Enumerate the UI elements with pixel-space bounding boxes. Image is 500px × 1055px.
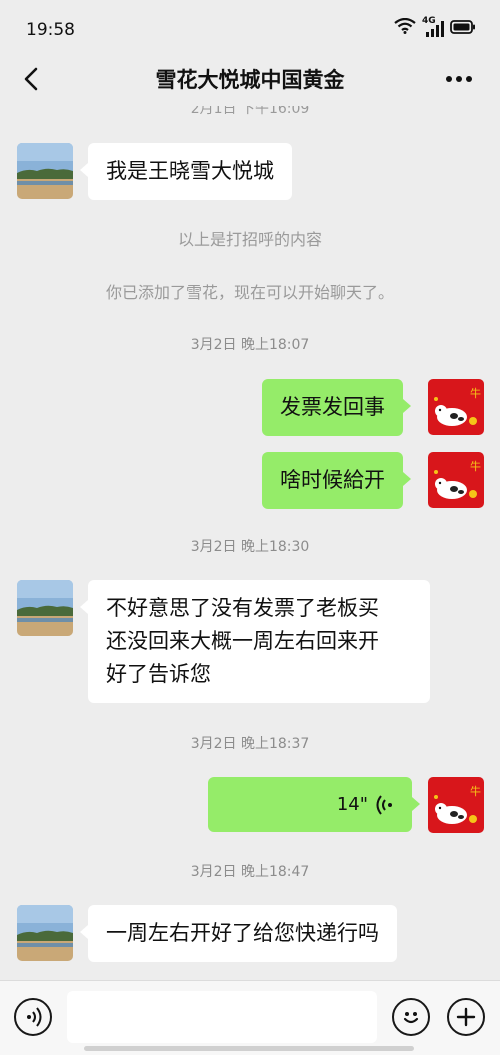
timestamp: 2月1日 下午16:09 xyxy=(190,106,310,117)
emoji-button[interactable] xyxy=(392,998,430,1036)
timestamp: 3月2日 晚上18:30 xyxy=(190,539,310,555)
plus-icon xyxy=(456,1007,476,1027)
contact-avatar[interactable] xyxy=(17,905,73,961)
message-text: 一周左右开好了给您快递行吗 xyxy=(106,921,379,945)
svg-text:牛: 牛 xyxy=(470,459,481,473)
incoming-message-bubble[interactable]: 我是王晓雪大悦城 xyxy=(80,143,292,200)
system-note: 你已添加了雪花，现在可以开始聊天了。 xyxy=(105,283,394,302)
more-actions-button[interactable] xyxy=(447,998,485,1036)
my-avatar[interactable]: 牛 xyxy=(428,777,484,833)
smile-icon xyxy=(403,1012,419,1024)
message-input-bar xyxy=(0,980,500,1055)
beach-landscape-avatar xyxy=(17,905,73,961)
timestamp: 3月2日 晚上18:47 xyxy=(190,864,310,880)
status-bar: 19:58 4G xyxy=(0,0,500,58)
battery-icon xyxy=(450,19,476,38)
incoming-message-bubble[interactable]: 不好意思了没有发票了老板买 还没回来大概一周左右回来开 好了告诉您 xyxy=(80,580,430,703)
message-list[interactable]: 2月1日 下午16:09 我是王晓雪大悦城 以上是打招呼的内容 你已添加了雪花，… xyxy=(0,106,500,980)
beach-landscape-avatar xyxy=(17,580,73,636)
more-options-button[interactable] xyxy=(442,62,476,96)
contact-avatar[interactable] xyxy=(17,143,73,199)
cellular-signal-icon: 4G xyxy=(422,16,444,37)
voice-message-bubble[interactable]: 14" xyxy=(208,777,420,832)
outgoing-message-bubble[interactable]: 发票发回事 xyxy=(262,379,411,436)
voice-duration: 14" xyxy=(336,794,368,815)
wifi-icon xyxy=(394,17,416,38)
message-text-line: 还没回来大概一周左右回来开 xyxy=(106,629,379,653)
my-avatar[interactable]: 牛 xyxy=(428,379,484,435)
home-indicator xyxy=(84,1046,414,1051)
cow-avatar-icon: 牛 xyxy=(428,452,484,508)
incoming-message-bubble[interactable]: 一周左右开好了给您快递行吗 xyxy=(80,905,397,962)
voice-wave-icon xyxy=(376,794,392,815)
message-text: 我是王晓雪大悦城 xyxy=(106,159,274,183)
svg-text:牛: 牛 xyxy=(470,784,481,798)
chat-title: 雪花大悦城中国黄金 xyxy=(155,68,345,92)
cow-avatar-icon: 牛 xyxy=(428,777,484,833)
beach-landscape-avatar xyxy=(17,143,73,199)
message-text: 发票发回事 xyxy=(280,395,385,419)
outgoing-message-bubble[interactable]: 啥时候給开 xyxy=(262,452,411,509)
message-text-line: 不好意思了没有发票了老板买 xyxy=(106,596,379,620)
timestamp: 3月2日 晚上18:07 xyxy=(190,337,310,353)
status-time: 19:58 xyxy=(26,20,75,40)
contact-avatar[interactable] xyxy=(17,580,73,636)
my-avatar[interactable]: 牛 xyxy=(428,452,484,508)
chat-header: 雪花大悦城中国黄金 xyxy=(0,52,500,106)
message-input[interactable] xyxy=(67,991,377,1043)
svg-text:牛: 牛 xyxy=(470,386,481,400)
voice-input-button[interactable] xyxy=(14,998,52,1036)
more-dots-icon xyxy=(446,76,472,82)
timestamp: 3月2日 晚上18:37 xyxy=(190,736,310,752)
status-icons: 4G xyxy=(394,16,476,38)
cow-avatar-icon: 牛 xyxy=(428,379,484,435)
voice-icon xyxy=(27,1007,42,1027)
message-text-line: 好了告诉您 xyxy=(106,662,211,686)
message-text: 啥时候給开 xyxy=(280,468,385,492)
system-note: 以上是打招呼的内容 xyxy=(177,230,322,249)
